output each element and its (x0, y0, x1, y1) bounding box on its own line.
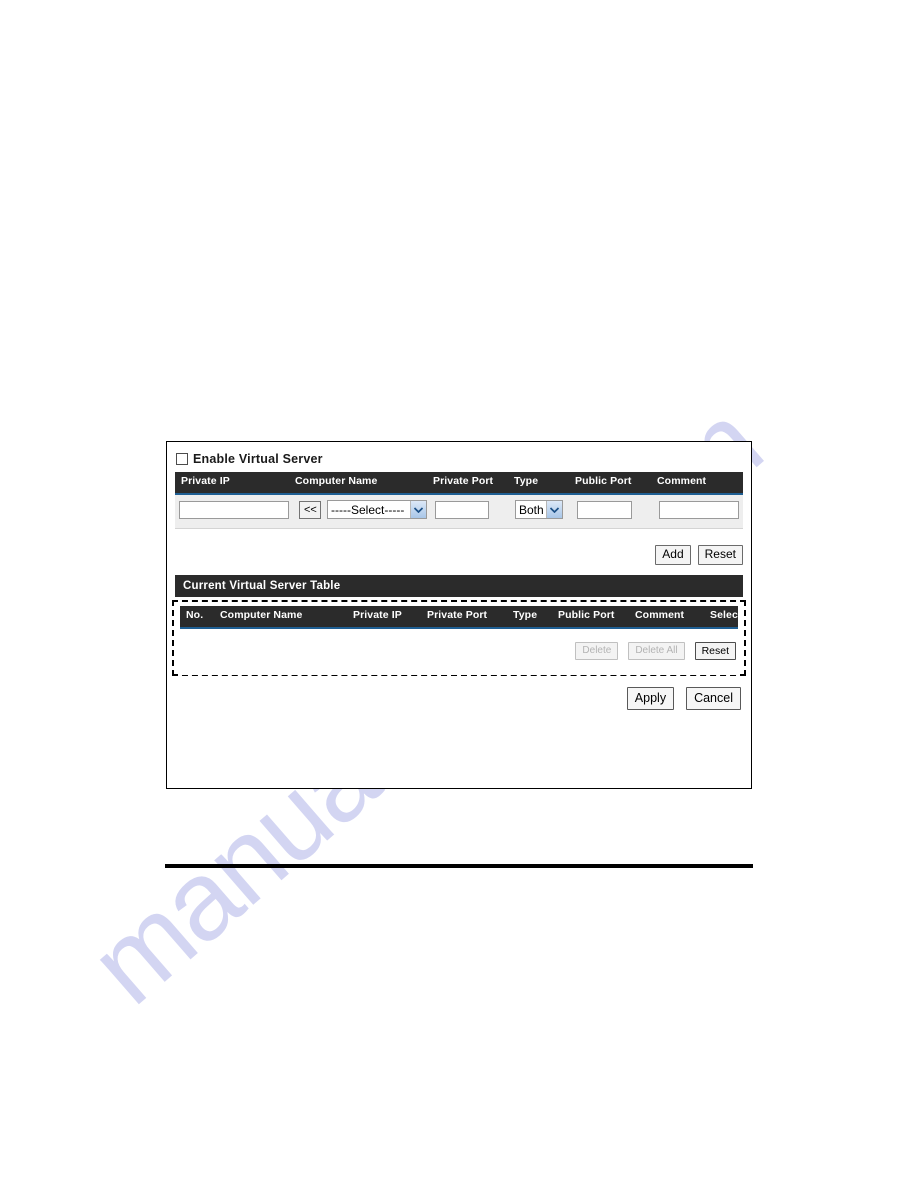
col-private-ip: Private IP (353, 609, 402, 621)
delete-all-button: Delete All (628, 642, 685, 660)
add-button[interactable]: Add (655, 545, 691, 565)
public-port-input[interactable] (577, 501, 632, 519)
col-type: Type (513, 609, 538, 621)
current-table-title: Current Virtual Server Table (183, 580, 341, 592)
panel-footer-actions: Apply Cancel (175, 676, 743, 716)
private-ip-input[interactable] (179, 501, 289, 519)
header-public-port: Public Port (575, 475, 632, 487)
type-select[interactable]: Both (515, 500, 563, 519)
type-select-value: Both (519, 502, 544, 517)
enable-virtual-server-label: Enable Virtual Server (193, 452, 323, 466)
col-comment: Comment (635, 609, 685, 621)
apply-button[interactable]: Apply (626, 687, 675, 710)
current-table-highlight-box: No. Computer Name Private IP Private Por… (172, 600, 746, 676)
enable-virtual-server-checkbox[interactable] (176, 453, 188, 465)
entry-form-header: Private IP Computer Name Private Port Ty… (175, 472, 743, 495)
cancel-button[interactable]: Cancel (686, 687, 741, 710)
current-table-body: Delete Delete All Reset (180, 629, 738, 675)
private-port-input[interactable] (435, 501, 489, 519)
reset-button[interactable]: Reset (697, 545, 743, 565)
chevron-down-icon (410, 501, 426, 518)
copy-from-select-button[interactable]: << (299, 501, 321, 519)
entry-form-actions: Add Reset (175, 529, 743, 575)
header-private-ip: Private IP (181, 475, 230, 487)
col-select: Select (710, 609, 742, 621)
col-public-port: Public Port (558, 609, 615, 621)
header-comment: Comment (657, 475, 707, 487)
comment-input[interactable] (659, 501, 739, 519)
col-no: No. (186, 609, 204, 621)
page-bottom-rule (165, 864, 753, 868)
header-computer-name: Computer Name (295, 475, 378, 487)
virtual-server-panel: Enable Virtual Server Private IP Compute… (166, 441, 752, 789)
table-reset-button[interactable]: Reset (694, 642, 736, 660)
col-private-port: Private Port (427, 609, 488, 621)
computer-name-select-value: -----Select----- (331, 502, 405, 517)
header-private-port: Private Port (433, 475, 494, 487)
chevron-down-icon (546, 501, 562, 518)
col-computer-name: Computer Name (220, 609, 303, 621)
entry-form-row: << -----Select----- Both (175, 495, 743, 529)
current-table-section-bar: Current Virtual Server Table (175, 575, 743, 597)
enable-virtual-server-row[interactable]: Enable Virtual Server (167, 442, 751, 472)
header-type: Type (514, 475, 539, 487)
delete-button: Delete (575, 642, 619, 660)
current-table-header: No. Computer Name Private IP Private Por… (180, 606, 741, 629)
computer-name-select[interactable]: -----Select----- (327, 500, 427, 519)
